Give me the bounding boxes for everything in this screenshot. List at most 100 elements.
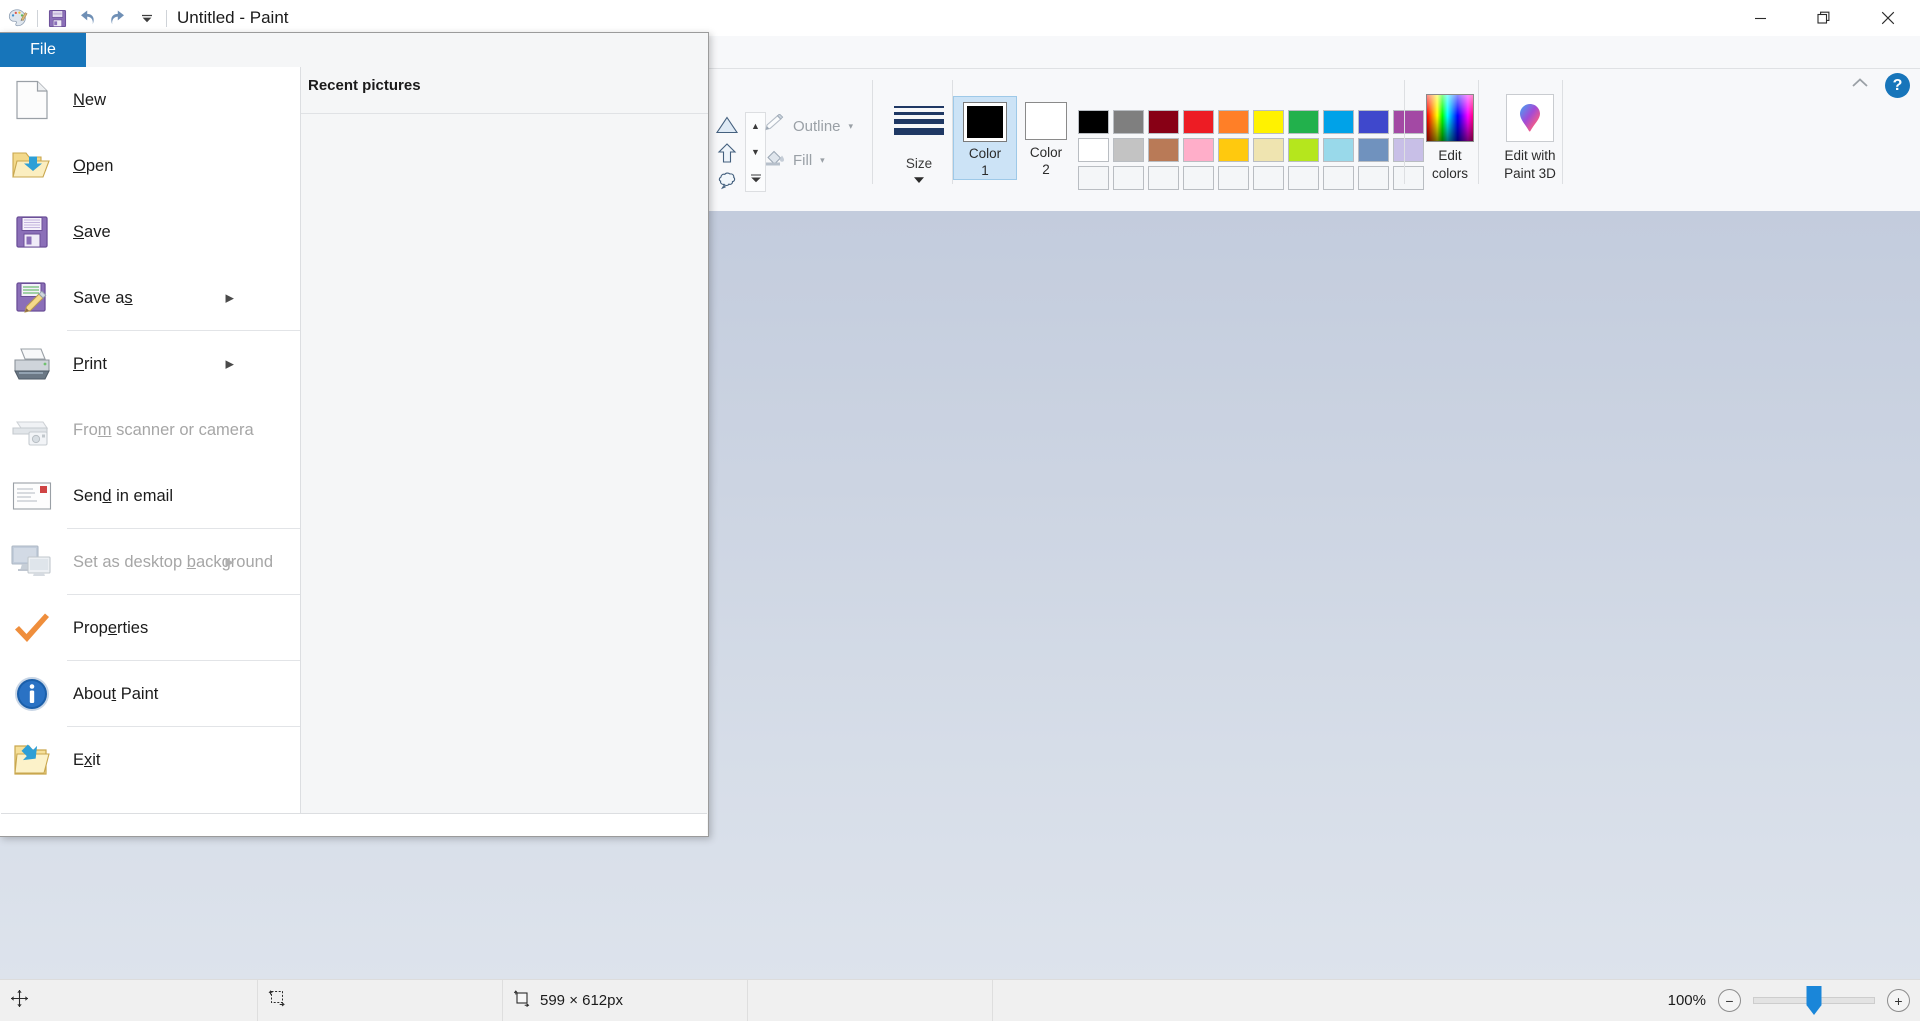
undo-icon[interactable] <box>72 3 102 33</box>
palette-swatch-r2-c9[interactable] <box>1358 138 1389 162</box>
help-button[interactable]: ? <box>1885 73 1910 98</box>
shapes-scroll-controls[interactable]: ▲ ▼ <box>745 112 766 192</box>
desktop-monitor-icon <box>9 539 55 585</box>
size-caret-icon[interactable] <box>914 171 925 189</box>
palette-swatch-r2-c8[interactable] <box>1323 138 1354 162</box>
palette-swatch-r1-c1[interactable] <box>1078 110 1109 134</box>
outline-button[interactable]: Outline ▾ <box>764 113 854 139</box>
recent-pictures-panel: Recent pictures <box>300 67 708 835</box>
file-menu-item-set-as-desktop-background: Set as desktop background ▶ <box>1 529 300 595</box>
cursor-position-icon <box>10 989 29 1013</box>
status-bar: 599 × 612px 100% − + <box>0 979 1920 1021</box>
canvas-size-icon <box>513 989 532 1013</box>
size-group[interactable]: Size <box>878 69 960 211</box>
palette-swatch-r1-c9[interactable] <box>1358 110 1389 134</box>
palette-swatch-r1-c7[interactable] <box>1288 110 1319 134</box>
palette-swatch-r2-c2[interactable] <box>1113 138 1144 162</box>
color-palette[interactable] <box>1078 110 1427 193</box>
scroll-up-icon[interactable]: ▲ <box>746 113 765 139</box>
palette-swatch-r2-c3[interactable] <box>1148 138 1179 162</box>
zoom-level-label: 100% <box>1667 992 1706 1009</box>
scroll-down-icon[interactable]: ▼ <box>746 139 765 165</box>
window-title: Untitled - Paint <box>177 8 289 27</box>
more-shapes-icon[interactable] <box>746 165 765 191</box>
zoom-in-button[interactable]: + <box>1887 989 1910 1012</box>
size-label: Size <box>905 156 933 171</box>
color-2-button[interactable]: Color 2 <box>1015 96 1077 178</box>
outline-fill-group: Outline ▾ Fill ▾ <box>764 113 854 173</box>
file-menu-item-print[interactable]: Print ▶ <box>1 331 300 397</box>
file-menu-item-properties[interactable]: Properties <box>1 595 300 661</box>
palette-swatch-r1-c8[interactable] <box>1323 110 1354 134</box>
file-tab[interactable]: File <box>0 33 86 67</box>
file-menu-item-label: Exit <box>73 750 101 769</box>
zoom-slider-thumb[interactable] <box>1806 986 1822 1015</box>
submenu-arrow-icon: ▶ <box>225 292 234 305</box>
close-button[interactable] <box>1856 0 1920 36</box>
selection-size-icon <box>268 989 287 1013</box>
color-1-swatch <box>963 102 1007 142</box>
palette-swatch-r1-c2[interactable] <box>1113 110 1144 134</box>
restore-button[interactable] <box>1792 0 1856 36</box>
ribbon-separator-shapes <box>872 80 873 184</box>
file-menu-item-save-as[interactable]: Save as ▶ <box>1 265 300 331</box>
palette-swatch-r2-c4[interactable] <box>1183 138 1214 162</box>
palette-swatch-r3-c8[interactable] <box>1323 166 1354 190</box>
file-menu-panel: File New Open Save Save as ▶ Print ▶ From scann… <box>0 32 709 837</box>
file-menu-item-about-paint[interactable]: About Paint <box>1 661 300 727</box>
ribbon-separator-end <box>1562 80 1563 184</box>
fill-button[interactable]: Fill ▾ <box>764 148 853 173</box>
save-icon[interactable] <box>42 3 72 33</box>
file-menu-item-open[interactable]: Open <box>1 133 300 199</box>
palette-swatch-r3-c6[interactable] <box>1253 166 1284 190</box>
palette-swatch-r3-c1[interactable] <box>1078 166 1109 190</box>
file-menu-item-label: Send in email <box>73 486 173 505</box>
palette-swatch-r2-c6[interactable] <box>1253 138 1284 162</box>
palette-swatch-r1-c3[interactable] <box>1148 110 1179 134</box>
palette-swatch-r2-c7[interactable] <box>1288 138 1319 162</box>
palette-swatch-r3-c7[interactable] <box>1288 166 1319 190</box>
palette-swatch-r1-c5[interactable] <box>1218 110 1249 134</box>
palette-swatch-r3-c3[interactable] <box>1148 166 1179 190</box>
color-1-button[interactable]: Color 1 <box>953 96 1017 180</box>
paint-3d-icon <box>1506 94 1554 142</box>
status-spacer-cell <box>748 980 993 1021</box>
palette-swatch-r2-c1[interactable] <box>1078 138 1109 162</box>
palette-swatch-r2-c5[interactable] <box>1218 138 1249 162</box>
fill-caret-icon[interactable]: ▾ <box>820 155 825 166</box>
file-menu-item-label: New <box>73 90 107 109</box>
zoom-out-button[interactable]: − <box>1718 989 1741 1012</box>
up-arrow-shape[interactable] <box>712 140 742 166</box>
edit-with-paint-3d-button[interactable]: Edit with Paint 3D <box>1480 94 1580 183</box>
chevron-up-icon[interactable] <box>1849 72 1871 99</box>
file-menu-item-from-scanner-or-camera: From scanner or camera <box>1 397 300 463</box>
palette-swatch-r3-c2[interactable] <box>1113 166 1144 190</box>
file-menu-item-label: From scanner or camera <box>73 420 254 439</box>
ribbon-right-controls: ? <box>1849 72 1910 99</box>
outline-pencil-icon <box>764 113 787 139</box>
palette-swatch-r3-c9[interactable] <box>1358 166 1389 190</box>
file-menu-item-exit[interactable]: Exit <box>1 727 300 793</box>
palette-swatch-r3-c5[interactable] <box>1218 166 1249 190</box>
file-menu-item-send-in-email[interactable]: Send in email <box>1 463 300 529</box>
file-menu-item-save[interactable]: Save <box>1 199 300 265</box>
recent-pictures-title: Recent pictures <box>308 77 421 94</box>
file-menu-item-new[interactable]: New <box>1 67 300 133</box>
outline-caret-icon[interactable]: ▾ <box>849 121 854 132</box>
outline-label: Outline <box>793 118 841 135</box>
file-menu-item-label: Open <box>73 156 114 175</box>
color-2-swatch <box>1025 102 1067 140</box>
orange-checkmark-icon <box>9 605 55 651</box>
triangle-shape[interactable] <box>712 112 742 138</box>
zoom-slider[interactable] <box>1753 986 1875 1015</box>
palette-swatch-r1-c4[interactable] <box>1183 110 1214 134</box>
palette-swatch-r3-c4[interactable] <box>1183 166 1214 190</box>
canvas-size-value: 599 × 612px <box>540 992 623 1009</box>
minimize-button[interactable] <box>1728 0 1792 36</box>
palette-swatch-r1-c6[interactable] <box>1253 110 1284 134</box>
redo-icon[interactable] <box>102 3 132 33</box>
customize-quick-access-caret-icon[interactable] <box>132 3 162 33</box>
paint-application-window: Untitled - Paint ? ▲ ▼ Outline ▾ Fill ▾ … <box>0 0 1920 1021</box>
submenu-arrow-icon: ▶ <box>225 358 234 371</box>
file-menu-footer <box>1 813 707 836</box>
